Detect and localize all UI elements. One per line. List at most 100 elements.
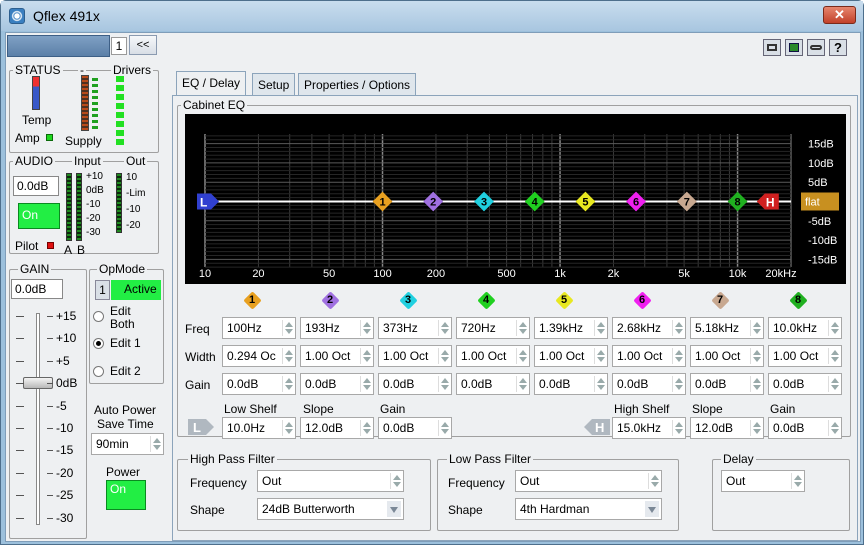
- band-2-width-spinner[interactable]: 1.00 Oct: [300, 345, 374, 367]
- spin-arrows-icon[interactable]: [828, 376, 839, 392]
- spin-arrows-icon[interactable]: [594, 348, 605, 364]
- spin-arrows-icon[interactable]: [438, 320, 449, 336]
- close-button[interactable]: ✕: [823, 6, 856, 24]
- band-4-width-spinner[interactable]: 1.00 Oct: [456, 345, 530, 367]
- radio-circle[interactable]: [93, 338, 104, 349]
- power-on-button[interactable]: On: [106, 480, 146, 510]
- band-6-width-spinner[interactable]: 1.00 Oct: [612, 345, 686, 367]
- lpf-frequency-spinner[interactable]: Out: [515, 470, 662, 492]
- band-7-freq-spinner[interactable]: 5.18kHz: [690, 317, 764, 339]
- spin-arrows-icon[interactable]: [360, 376, 371, 392]
- app-window: Qflex 491x ✕ 1 << ? STATUS - Drivers Tem…: [0, 0, 864, 545]
- band-4-gain-spinner[interactable]: 0.0dB: [456, 373, 530, 395]
- band-2-freq-spinner[interactable]: 193Hz: [300, 317, 374, 339]
- band-8-freq-spinner[interactable]: 10.0kHz: [768, 317, 842, 339]
- high-shelf-label: High Shelf: [614, 402, 670, 416]
- band-5-marker[interactable]: 5: [555, 291, 575, 313]
- tab-eq-delay[interactable]: EQ / Delay: [176, 71, 247, 96]
- opmode-radio-3[interactable]: Edit 2: [92, 365, 162, 395]
- spin-arrows-icon[interactable]: [516, 376, 527, 392]
- spin-arrows-icon[interactable]: [672, 348, 683, 364]
- low-shelf-slope-spinner[interactable]: 12.0dB: [300, 417, 374, 439]
- spin-arrows-icon[interactable]: [360, 348, 371, 364]
- audio-on-button[interactable]: On: [18, 203, 60, 229]
- band-7-gain-spinner[interactable]: 0.0dB: [690, 373, 764, 395]
- gain-tick-mark: [16, 517, 24, 519]
- spin-arrows-icon[interactable]: [282, 376, 293, 392]
- delay-spinner[interactable]: Out: [721, 470, 805, 492]
- eq-graph[interactable]: 10 20 50 100 200 500 1k 2k 5k 10k 20kHz 15dB 10dB 5dB…: [185, 114, 846, 284]
- spin-arrows-icon[interactable]: [282, 320, 293, 336]
- band-handle-number: 1: [379, 197, 385, 209]
- band-2-gain-spinner[interactable]: 0.0dB: [300, 373, 374, 395]
- help-icon[interactable]: ?: [829, 39, 847, 56]
- band-5-width-spinner[interactable]: 1.00 Oct: [534, 345, 608, 367]
- collapse-button[interactable]: <<: [129, 35, 157, 55]
- save-icon[interactable]: [785, 39, 803, 56]
- auto-power-time-spinner[interactable]: 90min: [91, 433, 164, 455]
- spin-arrows-icon[interactable]: [438, 348, 449, 364]
- spin-arrows-icon[interactable]: [516, 348, 527, 364]
- band-4-freq-spinner[interactable]: 720Hz: [456, 317, 530, 339]
- audio-gain-display: 0.0dB: [13, 176, 59, 196]
- link-icon[interactable]: [807, 39, 825, 56]
- spin-arrows-icon[interactable]: [672, 320, 683, 336]
- band-1-width-spinner[interactable]: 0.294 Oc: [222, 345, 296, 367]
- band-5-gain-spinner[interactable]: 0.0dB: [534, 373, 608, 395]
- band-3-freq-spinner[interactable]: 373Hz: [378, 317, 452, 339]
- band-4-marker[interactable]: 4: [477, 291, 497, 313]
- band-3-width-spinner[interactable]: 1.00 Oct: [378, 345, 452, 367]
- spin-arrows-icon[interactable]: [672, 376, 683, 392]
- opmode-radio-2[interactable]: Edit 1: [92, 337, 162, 367]
- band-8-width-spinner[interactable]: 1.00 Oct: [768, 345, 842, 367]
- band-7-marker[interactable]: 7: [711, 291, 731, 313]
- spin-arrows-icon[interactable]: [516, 320, 527, 336]
- band-6-marker[interactable]: 6: [633, 291, 653, 313]
- spin-arrows-icon[interactable]: [282, 348, 293, 364]
- spin-arrows-icon[interactable]: [750, 376, 761, 392]
- tab-properties-options[interactable]: Properties / Options: [298, 73, 417, 95]
- band-2-marker[interactable]: 2: [321, 291, 341, 313]
- spin-arrows-icon[interactable]: [750, 348, 761, 364]
- opmode-radio-1[interactable]: Edit Both: [92, 305, 162, 335]
- radio-circle[interactable]: [93, 311, 104, 322]
- chevron-down-icon: [387, 501, 401, 517]
- band-8-marker[interactable]: 8: [789, 291, 809, 313]
- low-shelf-freq-spinner[interactable]: 10.0Hz: [222, 417, 296, 439]
- hpf-frequency-spinner[interactable]: Out: [257, 470, 404, 492]
- delay-title: Delay: [721, 452, 756, 466]
- band-5-freq-spinner[interactable]: 1.39kHz: [534, 317, 608, 339]
- high-shelf-gain-spinner[interactable]: 0.0dB: [768, 417, 842, 439]
- band-7-width-spinner[interactable]: 1.00 Oct: [690, 345, 764, 367]
- freq-row-label: Freq: [185, 322, 210, 336]
- band-1-freq-spinner[interactable]: 100Hz: [222, 317, 296, 339]
- app-icon: [9, 8, 25, 24]
- hpf-shape-select[interactable]: 24dB Butterworth: [257, 498, 404, 520]
- band-1-gain-spinner[interactable]: 0.0dB: [222, 373, 296, 395]
- spin-arrows-icon[interactable]: [438, 376, 449, 392]
- spin-arrows-icon[interactable]: [594, 376, 605, 392]
- band-8-gain-spinner[interactable]: 0.0dB: [768, 373, 842, 395]
- flat-badge[interactable]: flat: [801, 192, 839, 211]
- spin-arrows-icon[interactable]: [828, 348, 839, 364]
- radio-circle[interactable]: [93, 366, 104, 377]
- spin-arrows-icon[interactable]: [750, 320, 761, 336]
- band-3-marker[interactable]: 3: [399, 291, 419, 313]
- band-6-gain-spinner[interactable]: 0.0dB: [612, 373, 686, 395]
- band-1-marker[interactable]: 1: [243, 291, 263, 313]
- high-shelf-freq-spinner[interactable]: 15.0kHz: [612, 417, 686, 439]
- gain-value-display[interactable]: 0.0dB: [11, 279, 63, 299]
- band-6-freq-spinner[interactable]: 2.68kHz: [612, 317, 686, 339]
- high-shelf-slope-spinner[interactable]: 12.0dB: [690, 417, 764, 439]
- spin-arrows-icon[interactable]: [360, 320, 371, 336]
- lpf-shape-select[interactable]: 4th Hardman: [515, 498, 662, 520]
- band-3-gain-spinner[interactable]: 0.0dB: [378, 373, 452, 395]
- window-mode-icon[interactable]: [763, 39, 781, 56]
- tab-setup[interactable]: Setup: [252, 73, 296, 95]
- spin-arrows-icon[interactable]: [594, 320, 605, 336]
- channel-name-field[interactable]: [7, 35, 110, 57]
- title-bar[interactable]: Qflex 491x ✕: [1, 1, 863, 31]
- spinner-value: 0.294 Oc: [227, 349, 276, 363]
- spin-arrows-icon[interactable]: [828, 320, 839, 336]
- low-shelf-gain-spinner[interactable]: 0.0dB: [378, 417, 452, 439]
